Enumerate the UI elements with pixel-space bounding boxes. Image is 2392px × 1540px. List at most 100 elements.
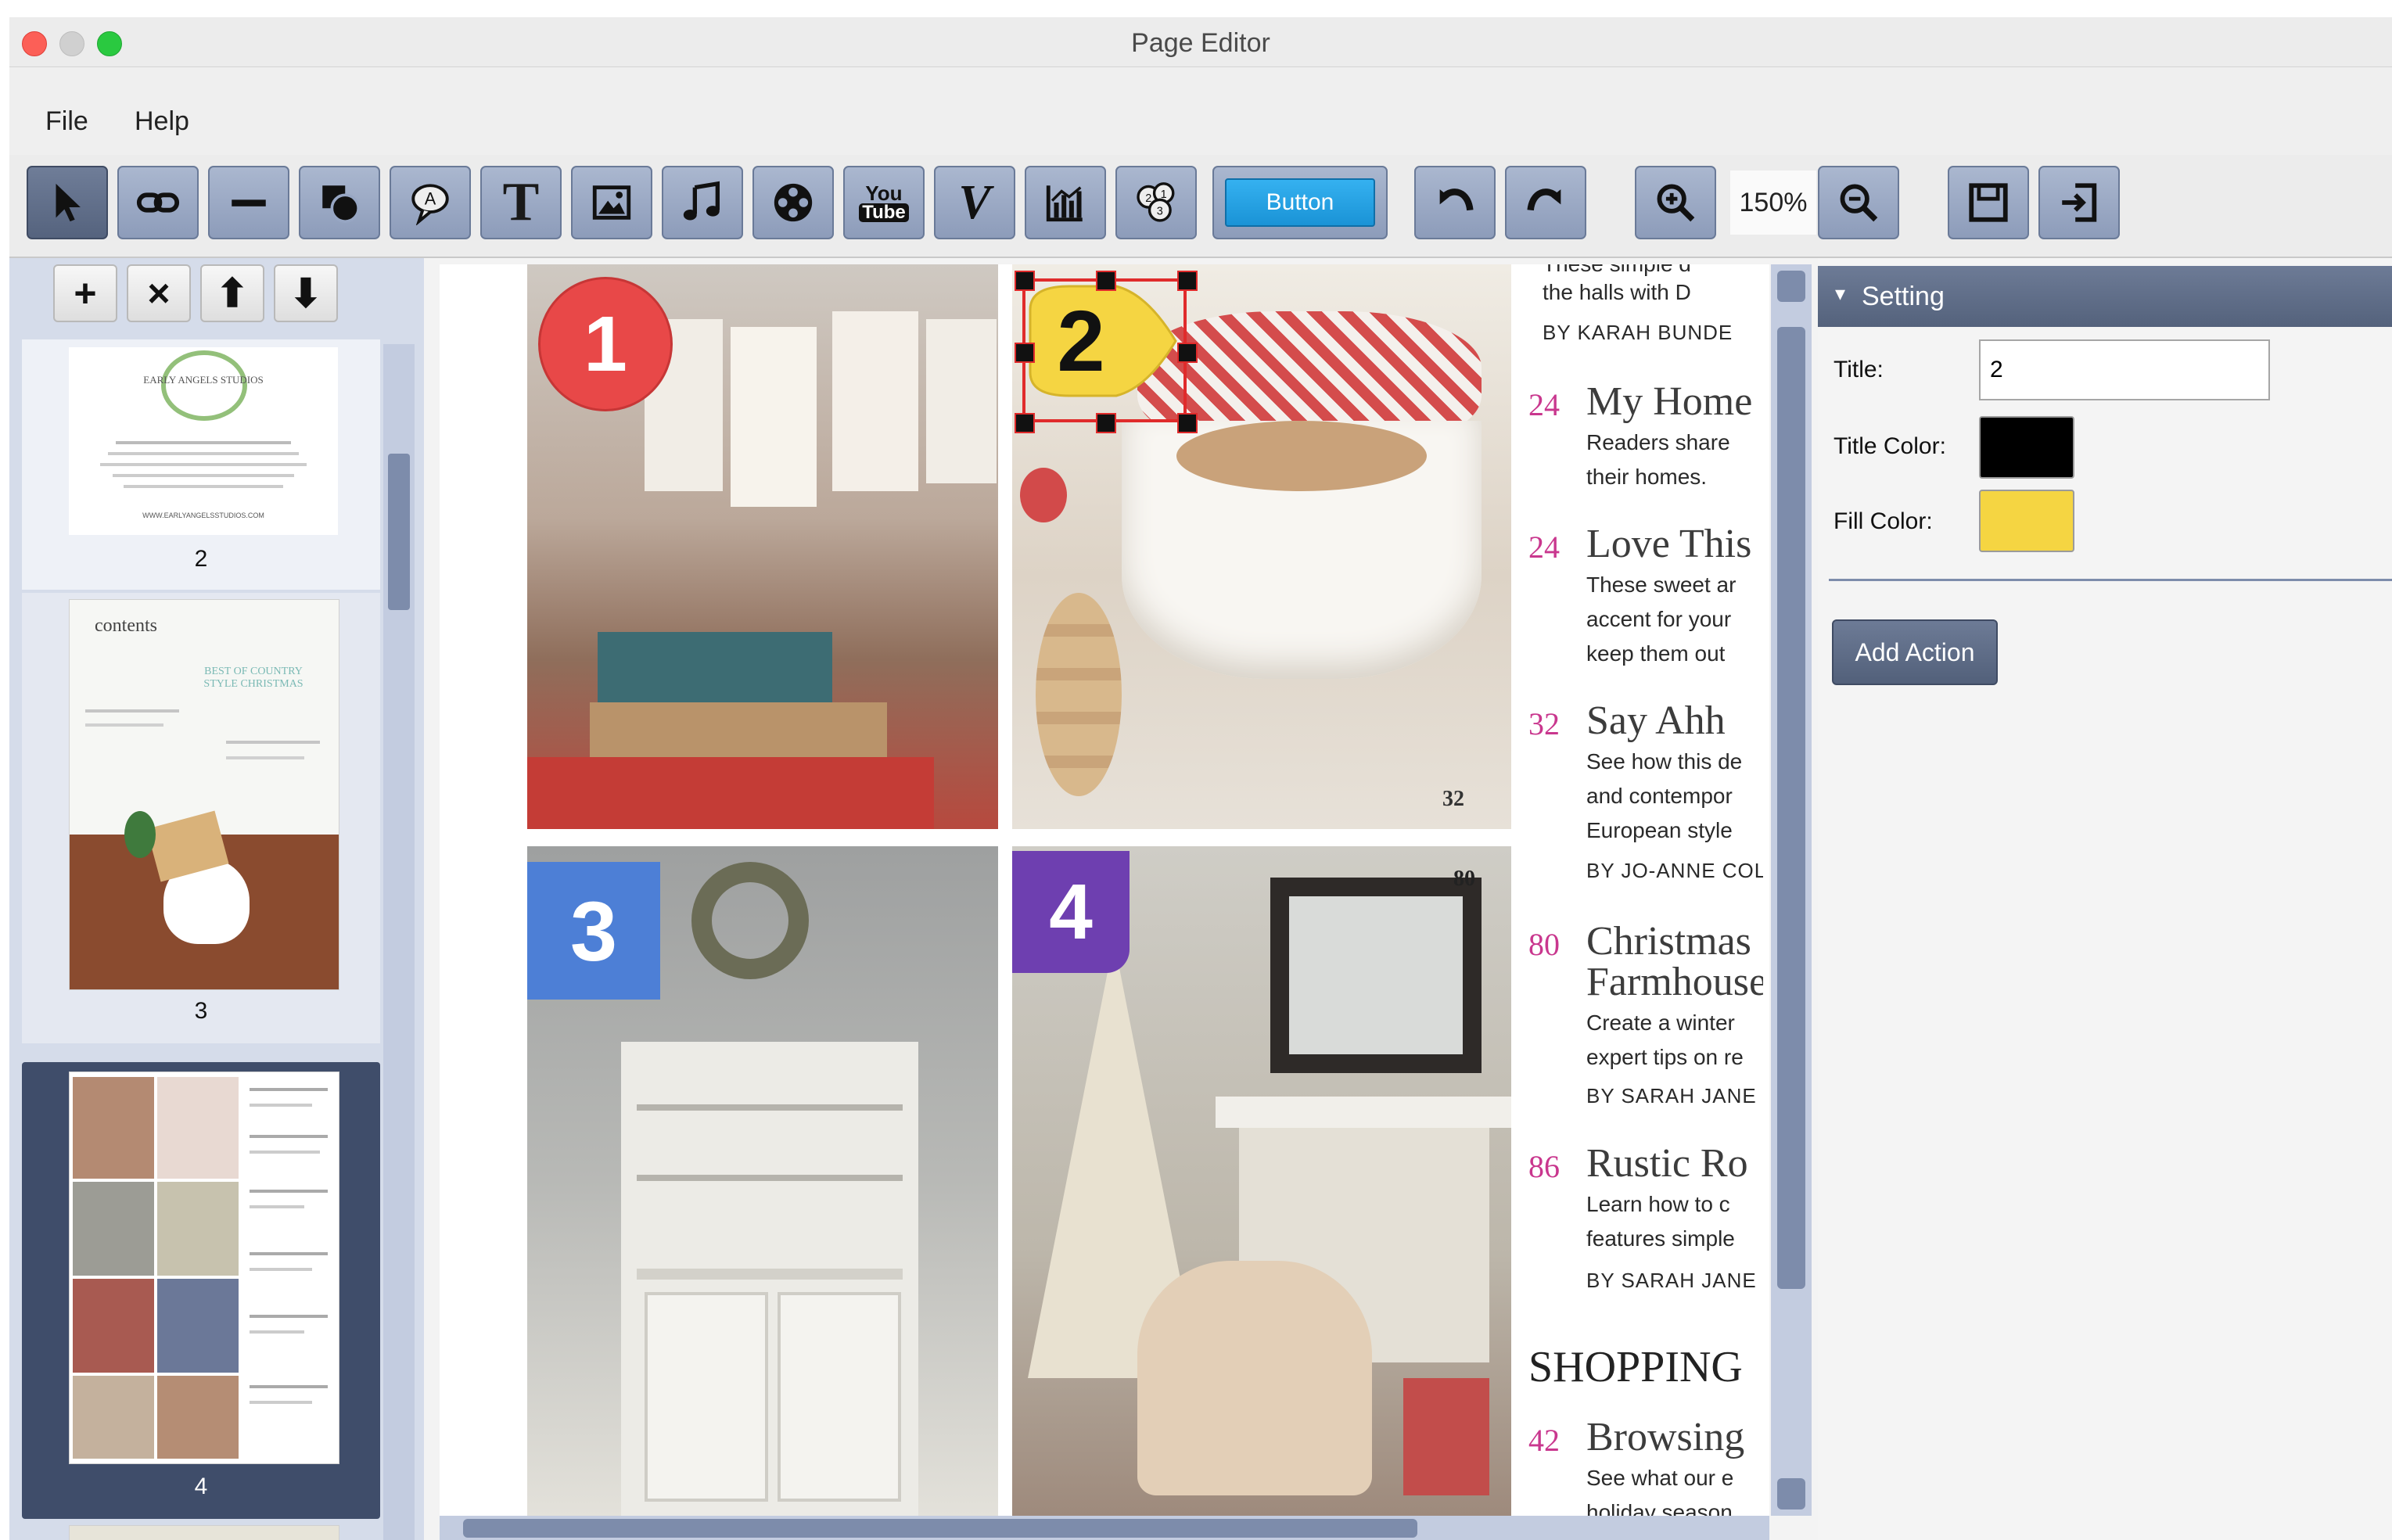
resize-handle[interactable] (1177, 413, 1198, 433)
zoom-in-button[interactable] (1635, 166, 1716, 239)
contents-column: These simple d the halls with D BY KARAH… (1528, 264, 1763, 1516)
resize-handle[interactable] (1096, 271, 1116, 291)
vimeo-tool-button[interactable]: V (934, 166, 1015, 239)
marker-4[interactable]: 4 (1012, 851, 1130, 973)
zoom-out-button[interactable] (1818, 166, 1899, 239)
canvas-vertical-scrollbar[interactable] (1771, 264, 1812, 1516)
menu-help[interactable]: Help (135, 106, 189, 137)
resize-handle[interactable] (1177, 343, 1198, 363)
toc-text-line: See what our e (1586, 1466, 1734, 1490)
line-tool-button[interactable] (208, 166, 289, 239)
toc-title: Rustic Ro (1586, 1141, 1748, 1186)
marker-3-label: 3 (569, 883, 618, 978)
save-button[interactable] (1948, 166, 2029, 239)
vimeo-icon: V (958, 176, 991, 229)
page-thumbnail-3[interactable]: contents BEST OF COUNTRY STYLE CHRISTMAS… (22, 593, 380, 1043)
toc-title: Christmas (1586, 919, 1751, 964)
title-label: Title: (1834, 357, 1884, 382)
redo-icon (1527, 188, 1561, 211)
menu-file[interactable]: File (45, 106, 88, 137)
toc-page-number: 24 (1528, 387, 1560, 422)
resize-handle[interactable] (1177, 271, 1198, 291)
move-page-up-button[interactable]: ⬆ (200, 264, 264, 322)
marker-2-selected[interactable]: 2 (1015, 271, 1198, 433)
fill-color-swatch[interactable] (1979, 490, 2074, 552)
title-color-swatch[interactable] (1979, 416, 2074, 479)
page-number-label: 2 (194, 546, 208, 572)
menu-bar: File Help (9, 67, 2392, 155)
title-field[interactable]: 2 (1979, 339, 2270, 400)
toc-byline: BY KARAH BUNDE (1543, 321, 1733, 344)
svg-text:1: 1 (1161, 188, 1167, 201)
marker-3[interactable]: 3 (527, 862, 660, 1000)
shape-tool-button[interactable] (299, 166, 380, 239)
collapse-triangle-icon: ▾ (1835, 282, 1846, 305)
resize-handle[interactable] (1015, 271, 1035, 291)
pages-scrollbar-thumb[interactable] (388, 454, 410, 610)
settings-header-label: Setting (1862, 282, 1945, 311)
toc-text-line: Readers share (1586, 430, 1730, 454)
canvas-horizontal-scrollbar-thumb[interactable] (463, 1519, 1417, 1538)
toc-text-line: These sweet ar (1586, 573, 1737, 597)
button-widget-label: Button (1225, 178, 1375, 227)
toc-text-line: features simple (1586, 1226, 1735, 1251)
image-icon (592, 185, 631, 220)
marker-tool-button[interactable]: 21 3 (1115, 166, 1197, 239)
canvas-vertical-scrollbar-thumb[interactable] (1777, 327, 1805, 1289)
toc-text-line: accent for your (1586, 607, 1732, 631)
settings-panel: ▾ Setting Title: 2 Title Color: Fill Col… (1818, 258, 2392, 1540)
fill-color-label: Fill Color: (1834, 508, 1933, 534)
select-tool-button[interactable] (27, 166, 108, 239)
toc-text-line: the halls with D (1543, 280, 1691, 304)
chart-tool-button[interactable] (1025, 166, 1106, 239)
page-canvas[interactable]: 32 80 1 2 3 4 These simple d the halls w… (440, 264, 1769, 1516)
link-tool-button[interactable] (117, 166, 199, 239)
export-button[interactable] (2038, 166, 2120, 239)
toc-byline: BY SARAH JANE (1586, 1269, 1757, 1292)
redo-button[interactable] (1505, 166, 1586, 239)
marker-1[interactable]: 1 (538, 277, 673, 411)
scroll-up-arrow-icon[interactable] (1777, 271, 1805, 302)
toc-title: Browsing (1586, 1415, 1745, 1459)
text-tool-button[interactable]: T (480, 166, 562, 239)
toc-text-line: European style (1586, 818, 1733, 842)
select-arrow-icon (56, 183, 81, 222)
resize-handle[interactable] (1015, 413, 1035, 433)
undo-button[interactable] (1414, 166, 1496, 239)
image-tool-button[interactable] (571, 166, 652, 239)
page-thumbnail-4[interactable]: 4 (22, 1062, 380, 1519)
scroll-down-arrow-icon[interactable] (1777, 1478, 1805, 1509)
move-page-down-button[interactable]: ⬇ (274, 264, 338, 322)
youtube-icon-line1: You (865, 181, 903, 205)
page-thumbnail-2[interactable]: EARLY ANGELS STUDIOS WWW.EARLYANGELSSTUD… (22, 339, 380, 590)
page-thumbnail-5-partial[interactable] (22, 1520, 380, 1540)
resize-handle[interactable] (1096, 413, 1116, 433)
toc-text-line: Create a winter (1586, 1011, 1735, 1035)
resize-handle[interactable] (1015, 343, 1035, 363)
audio-tool-button[interactable] (662, 166, 743, 239)
undo-icon (1439, 188, 1474, 211)
canvas-horizontal-scrollbar[interactable] (440, 1516, 1769, 1540)
toc-text-line: expert tips on re (1586, 1045, 1744, 1069)
film-reel-icon (774, 183, 813, 222)
video-tool-button[interactable] (752, 166, 834, 239)
chart-icon (1046, 185, 1083, 222)
marker-4-label: 4 (1049, 867, 1093, 956)
page-thumbnail-3-preview: contents BEST OF COUNTRY STYLE CHRISTMAS (69, 599, 339, 990)
svg-text:2: 2 (1145, 192, 1151, 205)
toc-page-number: 24 (1528, 529, 1560, 565)
photo-page-number: 80 (1453, 867, 1475, 891)
youtube-tool-button[interactable]: You Tube (843, 166, 925, 239)
button-widget-tool[interactable]: Button (1212, 166, 1388, 239)
shapes-icon (322, 185, 360, 223)
add-page-button[interactable]: + (53, 264, 117, 322)
delete-page-button[interactable]: × (127, 264, 191, 322)
settings-header[interactable]: ▾ Setting (1818, 266, 2392, 327)
svg-text:A: A (425, 188, 436, 208)
callout-tool-button[interactable]: A (390, 166, 471, 239)
toc-byline: BY SARAH JANE (1586, 1084, 1757, 1107)
divider (1829, 579, 2392, 581)
pages-scrollbar[interactable] (383, 344, 415, 1540)
add-action-button[interactable]: Add Action (1832, 619, 1998, 685)
page-number-label: 3 (194, 998, 208, 1024)
